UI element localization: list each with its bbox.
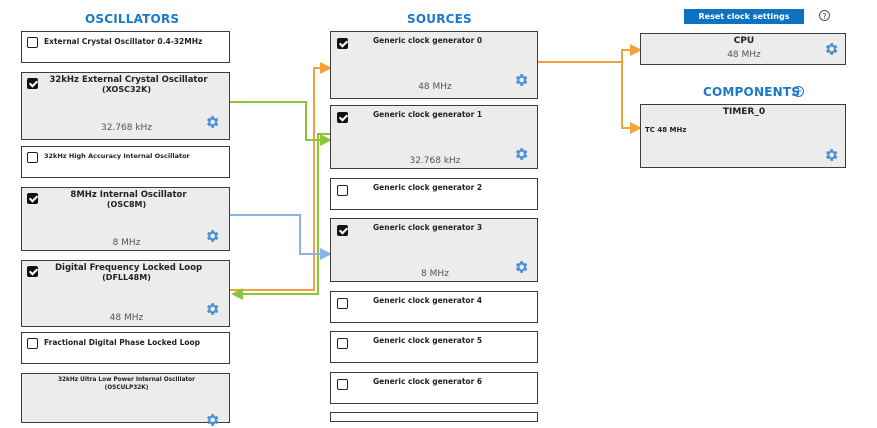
source-name: Generic clock generator 6: [373, 377, 483, 386]
oscillator-subtitle: (OSCULP32K): [104, 385, 149, 391]
gear-icon[interactable]: [204, 114, 220, 130]
oscillator-name: Digital Frequency Locked Loop: [54, 263, 203, 273]
source-name: Generic clock generator 0: [373, 36, 483, 45]
source-name: Generic clock generator 3: [373, 223, 483, 232]
oscillator-subtitle: (DFLL48M): [102, 273, 151, 282]
checkbox-icon[interactable]: [27, 37, 38, 48]
source-name: Generic clock generator 5: [373, 336, 483, 345]
gear-icon[interactable]: [204, 412, 220, 428]
source-name: Generic clock generator 1: [373, 110, 483, 119]
gear-icon[interactable]: [823, 41, 839, 57]
source-partial[interactable]: [330, 412, 538, 422]
source-name: Generic clock generator 4: [373, 296, 483, 305]
timer-0-block[interactable]: TIMER_0 TC 48 MHz: [640, 104, 846, 168]
source-2[interactable]: Generic clock generator 2: [330, 178, 538, 210]
help-icon[interactable]: ?: [819, 10, 830, 21]
gear-icon[interactable]: [204, 301, 220, 317]
checkbox-icon[interactable]: [337, 112, 348, 123]
gear-icon[interactable]: [513, 259, 529, 275]
oscillator-3[interactable]: 8MHz Internal Oscillator (OSC8M) 8 MHz: [21, 187, 230, 251]
oscillator-frequency: 48 MHz: [109, 313, 144, 323]
gear-icon[interactable]: [513, 146, 529, 162]
source-5[interactable]: Generic clock generator 5: [330, 331, 538, 363]
timer-0-title: TIMER_0: [722, 107, 766, 117]
source-frequency: 32.768 kHz: [409, 156, 461, 166]
oscillator-1[interactable]: 32kHz External Crystal Oscillator (XOSC32…: [21, 72, 230, 140]
oscillator-name: Fractional Digital Phase Locked Loop: [44, 338, 201, 347]
oscillator-name: External Crystal Oscillator 0.4-32MHz: [44, 37, 203, 46]
source-1[interactable]: Generic clock generator 1 32.768 kHz: [330, 105, 538, 169]
oscillator-5[interactable]: Fractional Digital Phase Locked Loop: [21, 332, 230, 364]
oscillator-frequency: 32.768 kHz: [100, 123, 153, 133]
checkbox-icon[interactable]: [337, 225, 348, 236]
checkbox-icon[interactable]: [337, 379, 348, 390]
source-frequency: 8 MHz: [421, 269, 449, 279]
source-4[interactable]: Generic clock generator 4: [330, 291, 538, 323]
cpu-block[interactable]: CPU 48 MHz: [640, 33, 846, 65]
oscillator-4[interactable]: Digital Frequency Locked Loop (DFLL48M) 48…: [21, 260, 230, 327]
timer-0-input-label: TC 48 MHz: [645, 126, 687, 134]
oscillator-frequency: 8 MHz: [112, 238, 141, 248]
oscillator-name: 32kHz Ultra Low Power Internal Oscillato…: [57, 377, 196, 383]
components-header: COMPONENTS: [703, 85, 801, 99]
checkbox-icon[interactable]: [27, 338, 38, 349]
gear-icon[interactable]: [513, 72, 529, 88]
source-name: Generic clock generator 2: [373, 183, 483, 192]
reset-clock-settings-button[interactable]: Reset clock settings: [684, 9, 804, 24]
checkbox-icon[interactable]: [337, 185, 348, 196]
gear-icon[interactable]: [204, 228, 220, 244]
source-6[interactable]: Generic clock generator 6: [330, 372, 538, 404]
wire-gclk0-to-cpu: [538, 44, 642, 63]
checkbox-icon[interactable]: [337, 338, 348, 349]
sources-header: SOURCES: [407, 12, 472, 26]
oscillators-header: OSCILLATORS: [85, 12, 180, 26]
gear-icon[interactable]: [823, 147, 839, 163]
checkbox-icon[interactable]: [27, 152, 38, 163]
oscillator-subtitle: (XOSC32K): [102, 85, 151, 94]
oscillator-name: 32kHz External Crystal Oscillator: [49, 75, 208, 85]
checkbox-icon[interactable]: [337, 38, 348, 49]
source-0[interactable]: Generic clock generator 0 48 MHz: [330, 31, 538, 99]
checkbox-icon[interactable]: [337, 298, 348, 309]
cpu-frequency: 48 MHz: [727, 50, 761, 60]
oscillator-subtitle: (OSC8M): [106, 200, 147, 209]
oscillator-0[interactable]: External Crystal Oscillator 0.4-32MHz: [21, 31, 230, 63]
wire-gclk0-to-timer: [621, 62, 642, 134]
oscillator-2[interactable]: 32kHz High Accuracy Internal Oscillator: [21, 146, 230, 178]
oscillator-name: 8MHz Internal Oscillator: [70, 190, 187, 200]
source-3[interactable]: Generic clock generator 3 8 MHz: [330, 218, 538, 282]
cpu-title: CPU: [733, 36, 755, 46]
source-frequency: 48 MHz: [418, 82, 452, 92]
oscillator-name: 32kHz High Accuracy Internal Oscillator: [44, 152, 190, 160]
oscillator-6[interactable]: 32kHz Ultra Low Power Internal Oscillato…: [21, 373, 230, 426]
add-component-icon[interactable]: +: [793, 86, 804, 97]
